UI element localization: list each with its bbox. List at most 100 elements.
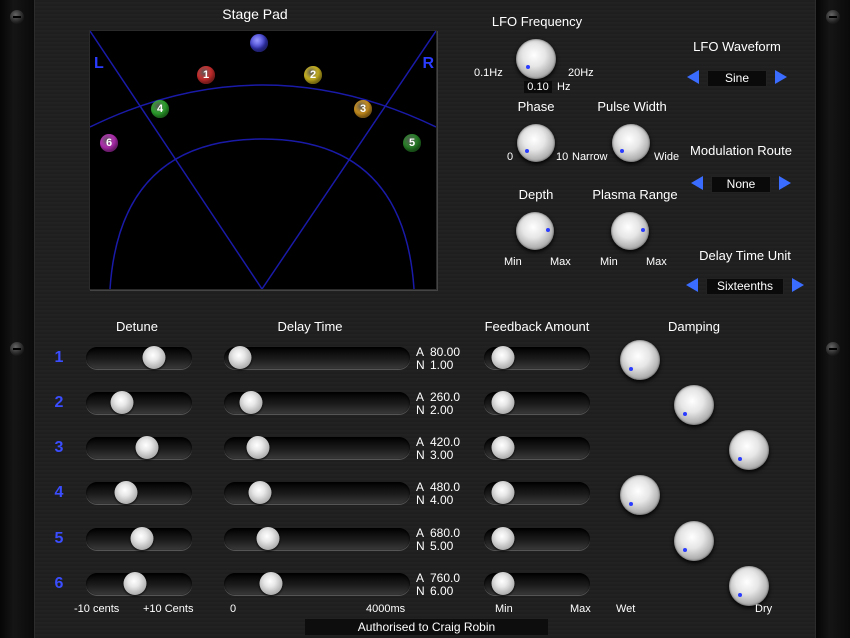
pad-right-label: R <box>422 55 434 72</box>
delay-time-heading: Delay Time <box>277 319 343 334</box>
delay-unit-prev-icon[interactable] <box>686 278 698 292</box>
delay-n-line: N 6.00 <box>416 585 460 598</box>
delay-n-line: N 4.00 <box>416 494 460 507</box>
waveform-prev-icon[interactable] <box>687 70 699 84</box>
plasma-min: Min <box>600 256 618 268</box>
detune-slider-thumb[interactable] <box>142 346 166 369</box>
delay-n-prefix: N <box>416 448 425 462</box>
delay-time-slider-thumb[interactable] <box>248 481 272 504</box>
lfo-freq-value: 0.10 <box>524 81 552 93</box>
delay-time-slider-thumb[interactable] <box>259 572 283 595</box>
voice-point-5[interactable]: 5 <box>403 134 421 152</box>
feedback-slider-thumb[interactable] <box>491 391 515 414</box>
detune-slider-thumb[interactable] <box>130 527 154 550</box>
delay-n-prefix: N <box>416 539 425 553</box>
route-prev-icon[interactable] <box>691 176 703 190</box>
damping-heading: Damping <box>667 319 721 334</box>
pad-center-point[interactable] <box>250 34 268 52</box>
delay-n-prefix: N <box>416 358 425 372</box>
feedback-slider-thumb[interactable] <box>491 346 515 369</box>
delay-n-line: N 5.00 <box>416 540 460 553</box>
lfo-waveform-selector: Sine <box>687 70 787 87</box>
phase-knob[interactable] <box>517 124 555 162</box>
voice-point-6[interactable]: 6 <box>100 134 118 152</box>
voice-point-3[interactable]: 3 <box>354 100 372 118</box>
delay-time-slider-6[interactable] <box>224 572 410 595</box>
detune-slider-4[interactable] <box>86 481 192 504</box>
damping-knob-4[interactable] <box>620 475 660 515</box>
damping-knob-5[interactable] <box>674 521 715 561</box>
detune-slider-thumb[interactable] <box>114 481 138 504</box>
detune-slider-thumb[interactable] <box>123 572 147 595</box>
screw-icon <box>10 342 24 356</box>
route-value: None <box>711 176 771 193</box>
pulse-width-label: Pulse Width <box>597 99 667 114</box>
feedback-slider-5[interactable] <box>484 527 590 550</box>
stage-pad-guides <box>90 31 436 289</box>
feedback-slider-thumb[interactable] <box>491 527 515 550</box>
delay-time-slider-thumb[interactable] <box>228 346 252 369</box>
route-next-icon[interactable] <box>779 176 791 190</box>
delay-time-slider-1[interactable] <box>224 346 410 369</box>
delay-time-slider-3[interactable] <box>224 436 410 459</box>
feedback-slider-6[interactable] <box>484 572 590 595</box>
license-footer: Authorised to Craig Robin <box>305 619 548 635</box>
modulation-route-label: Modulation Route <box>690 143 792 158</box>
delay-time-slider-4[interactable] <box>224 481 410 504</box>
detune-min-label: -10 cents <box>74 603 120 615</box>
lfo-frequency-label: LFO Frequency <box>491 14 583 29</box>
detune-slider-6[interactable] <box>86 572 192 595</box>
knob-indicator <box>683 548 688 552</box>
delay-n-prefix: N <box>416 584 425 598</box>
depth-knob[interactable] <box>516 212 554 250</box>
waveform-next-icon[interactable] <box>775 70 787 84</box>
feedback-slider-2[interactable] <box>484 391 590 414</box>
delay-time-slider-2[interactable] <box>224 391 410 414</box>
delay-n-prefix: N <box>416 493 425 507</box>
voice-point-2[interactable]: 2 <box>304 66 322 84</box>
row-number: 2 <box>54 394 64 411</box>
pulse-width-knob[interactable] <box>612 124 650 162</box>
damping-knob-1[interactable] <box>620 340 660 380</box>
feedback-slider-thumb[interactable] <box>491 481 515 504</box>
lfo-frequency-knob[interactable] <box>516 39 556 79</box>
damping-knob-6[interactable] <box>728 566 769 606</box>
detune-slider-1[interactable] <box>86 346 192 369</box>
stage-pad[interactable]: L R 1 2 3 4 5 6 <box>89 30 437 290</box>
plasma-range-knob[interactable] <box>611 212 649 250</box>
damping-knob-2[interactable] <box>674 385 715 425</box>
delay-time-slider-5[interactable] <box>224 527 410 550</box>
delay-time-slider-thumb[interactable] <box>239 391 263 414</box>
depth-label: Depth <box>518 187 554 202</box>
detune-slider-5[interactable] <box>86 527 192 550</box>
feedback-slider-thumb[interactable] <box>491 436 515 459</box>
voice-point-4[interactable]: 4 <box>151 100 169 118</box>
depth-min: Min <box>504 256 522 268</box>
lfo-freq-max: 20Hz <box>568 67 594 79</box>
row-number: 5 <box>54 530 64 547</box>
plasma-range-label: Plasma Range <box>592 187 678 202</box>
voice-point-1[interactable]: 1 <box>197 66 215 84</box>
delay-readout-6: A 760.0 N 6.00 <box>416 572 460 598</box>
feedback-slider-4[interactable] <box>484 481 590 504</box>
delay-n-value: 2.00 <box>430 403 454 417</box>
detune-slider-2[interactable] <box>86 391 192 414</box>
feedback-slider-thumb[interactable] <box>491 572 515 595</box>
detune-max-label: +10 Cents <box>143 603 194 615</box>
feedback-slider-3[interactable] <box>484 436 590 459</box>
detune-slider-3[interactable] <box>86 436 192 459</box>
delay-unit-next-icon[interactable] <box>792 278 804 292</box>
damping-knob-3[interactable] <box>728 430 769 470</box>
detune-slider-thumb[interactable] <box>135 436 159 459</box>
plasma-max: Max <box>646 256 667 268</box>
screw-icon <box>826 342 840 356</box>
feedback-slider-1[interactable] <box>484 346 590 369</box>
delay-readout-3: A 420.0 N 3.00 <box>416 436 460 462</box>
delay-time-slider-thumb[interactable] <box>246 436 270 459</box>
phase-min: 0 <box>507 151 514 163</box>
delay-time-slider-thumb[interactable] <box>256 527 280 550</box>
knob-indicator <box>737 457 742 461</box>
phase-label: Phase <box>517 99 555 114</box>
detune-slider-thumb[interactable] <box>110 391 134 414</box>
delay-n-prefix: N <box>416 403 425 417</box>
